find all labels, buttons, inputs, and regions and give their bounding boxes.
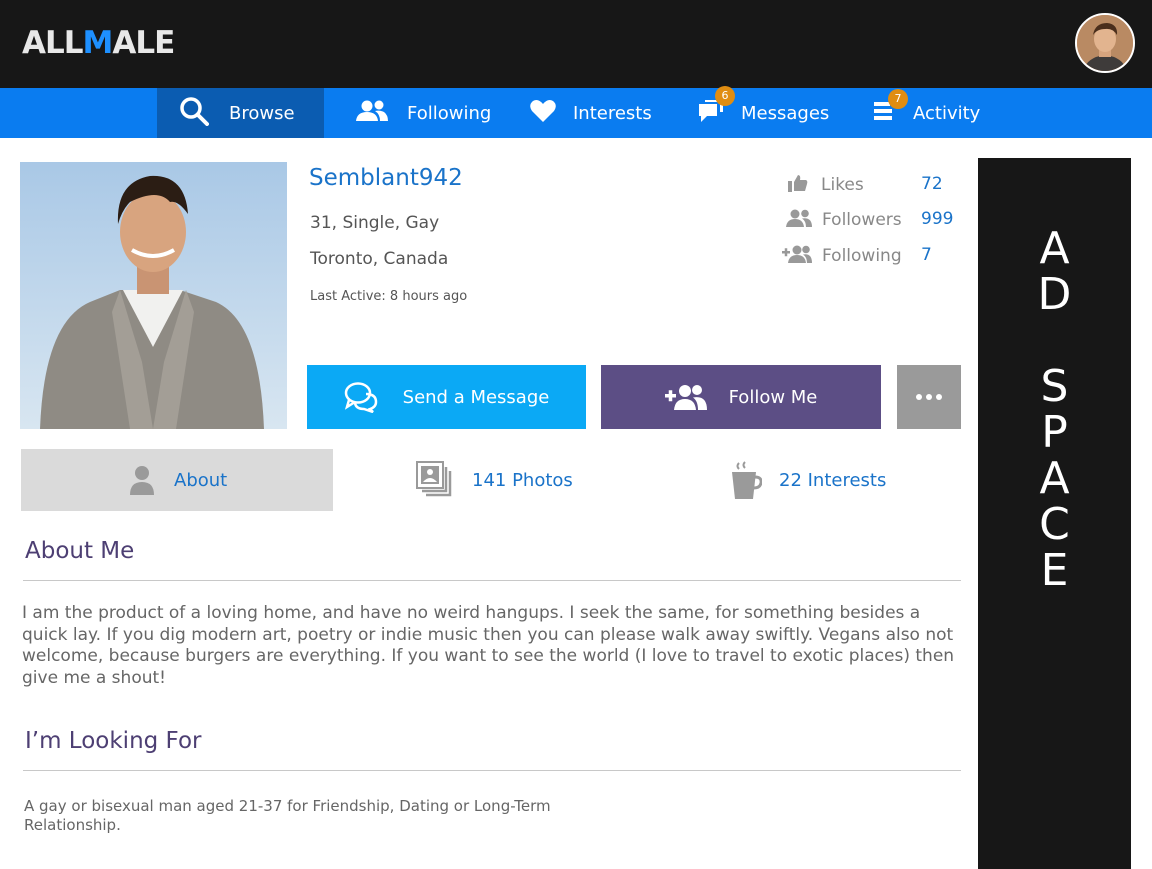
profile-photo[interactable] xyxy=(20,162,287,429)
ad-letter: A xyxy=(1039,453,1070,504)
about-me-heading: About Me xyxy=(25,538,135,564)
more-options-button[interactable] xyxy=(897,365,961,429)
nav-activity[interactable]: 7 Activity xyxy=(874,88,980,138)
about-me-text: I am the product of a loving home, and h… xyxy=(22,603,955,688)
main-nav: Browse Following Interests 6 Messages 7 … xyxy=(0,85,1152,138)
ad-letter: S xyxy=(1040,361,1069,412)
profile-location: Toronto, Canada xyxy=(310,249,449,269)
tab-photos[interactable]: 141 Photos xyxy=(416,449,573,511)
user-avatar[interactable] xyxy=(1075,13,1135,73)
looking-for-heading: I’m Looking For xyxy=(25,728,202,754)
heart-icon xyxy=(530,99,556,128)
profile-last-active: Last Active: 8 hours ago xyxy=(310,289,468,304)
profile-username[interactable]: Semblant942 xyxy=(309,165,463,191)
search-icon xyxy=(179,96,209,131)
users-icon xyxy=(356,99,388,128)
tab-about[interactable]: About xyxy=(21,449,333,511)
nav-browse-label: Browse xyxy=(229,102,295,124)
chat-bubbles-icon xyxy=(344,381,378,413)
following-icon xyxy=(782,245,812,268)
nav-interests-label: Interests xyxy=(573,102,652,124)
stat-likes-label: Likes xyxy=(821,175,864,195)
send-message-label: Send a Message xyxy=(402,386,550,408)
looking-for-text: A gay or bisexual man aged 21-37 for Fri… xyxy=(24,797,551,834)
nav-messages-label: Messages xyxy=(741,102,830,124)
about-divider xyxy=(23,580,961,581)
ad-letter: A xyxy=(1039,223,1070,274)
tab-about-label: About xyxy=(174,469,228,491)
stat-followers-value: 999 xyxy=(921,209,954,229)
logo-text-ale: ALE xyxy=(112,25,175,61)
ad-space-label: A D S P A C E xyxy=(978,226,1131,594)
ad-letter: C xyxy=(1039,499,1070,550)
top-bar: ALL M ALE xyxy=(0,0,1152,88)
stat-followers: Followers xyxy=(786,208,902,232)
nav-following[interactable]: Following xyxy=(356,88,491,138)
stat-likes-value: 72 xyxy=(921,174,943,194)
nav-activity-label: Activity xyxy=(913,102,981,124)
stat-following-label: Following xyxy=(822,246,902,266)
looking-for-divider xyxy=(23,770,961,771)
activity-badge: 7 xyxy=(888,88,908,109)
person-icon xyxy=(130,465,154,495)
ad-letter: D xyxy=(1037,269,1072,320)
stat-likes: Likes xyxy=(788,173,864,197)
ad-space[interactable]: A D S P A C E xyxy=(978,158,1131,869)
stat-following: Following xyxy=(782,244,902,268)
brand-logo[interactable]: ALL M ALE xyxy=(22,25,175,61)
add-user-icon xyxy=(664,384,707,410)
nav-following-label: Following xyxy=(407,102,492,124)
follow-me-label: Follow Me xyxy=(728,386,818,408)
photos-icon xyxy=(416,461,454,499)
thumbs-up-icon xyxy=(788,174,808,197)
coffee-cup-icon xyxy=(730,461,762,499)
follow-me-button[interactable]: Follow Me xyxy=(601,365,881,429)
ad-letter: P xyxy=(1041,407,1068,458)
nav-browse[interactable]: Browse xyxy=(157,88,324,138)
profile-details: 31, Single, Gay xyxy=(310,213,440,233)
tab-interests-label: 22 Interests xyxy=(779,469,887,491)
activity-icon: 7 xyxy=(874,88,908,126)
messages-badge: 6 xyxy=(715,85,735,106)
ad-letter: E xyxy=(1040,545,1069,596)
ellipsis-icon xyxy=(916,394,942,400)
logo-text-all: ALL xyxy=(22,25,83,61)
logo-text-m: M xyxy=(82,25,114,61)
nav-messages[interactable]: 6 Messages xyxy=(697,85,830,138)
tab-photos-label: 141 Photos xyxy=(472,469,573,491)
chat-icon: 6 xyxy=(697,85,735,129)
nav-interests[interactable]: Interests xyxy=(530,88,652,138)
tab-interests[interactable]: 22 Interests xyxy=(730,449,886,511)
stat-followers-label: Followers xyxy=(822,210,902,230)
followers-icon xyxy=(786,209,812,232)
ad-letter-gap xyxy=(978,318,1131,364)
stat-following-value: 7 xyxy=(921,245,932,265)
send-message-button[interactable]: Send a Message xyxy=(307,365,586,429)
